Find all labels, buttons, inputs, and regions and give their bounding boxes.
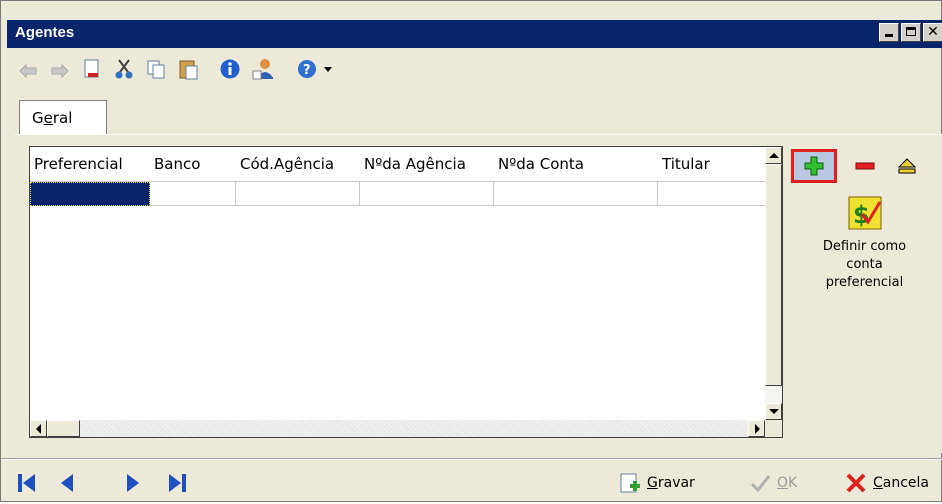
cancel-label-u: C xyxy=(873,475,883,491)
bottom-bar: Gravar OK Cancela xyxy=(1,459,942,504)
table-cell-preferencial[interactable] xyxy=(30,182,150,206)
column-header-numero-conta[interactable]: Nºda Conta xyxy=(494,147,658,181)
first-record-button[interactable] xyxy=(17,472,37,498)
table-cell-cod-agencia[interactable] xyxy=(236,182,360,206)
first-record-icon xyxy=(18,474,35,492)
new-document-icon[interactable] xyxy=(81,58,103,80)
add-row-button[interactable] xyxy=(791,149,837,183)
paste-icon[interactable] xyxy=(177,58,199,80)
plus-icon xyxy=(804,156,824,176)
cancel-x-icon xyxy=(846,473,866,493)
minus-icon xyxy=(855,162,875,170)
help-dropdown-icon[interactable]: ? xyxy=(297,58,335,80)
table-cell-numero-conta[interactable] xyxy=(494,182,658,206)
ok-button[interactable]: OK xyxy=(749,472,797,494)
last-record-icon xyxy=(169,474,186,492)
save-label-rest: ravar xyxy=(657,475,695,491)
ok-label-rest: K xyxy=(788,475,798,491)
previous-record-button[interactable] xyxy=(59,472,75,498)
undo-icon[interactable] xyxy=(17,58,39,80)
arrow-left-icon xyxy=(36,424,41,434)
tab-geral-label-u: e xyxy=(43,109,53,127)
set-preferred-account-label: Definir como conta preferencial xyxy=(822,239,907,290)
minimize-button[interactable] xyxy=(879,23,899,42)
svg-text:?: ? xyxy=(303,63,311,78)
side-actions-panel: $ Definir como conta preferencial xyxy=(785,146,942,438)
checkmark-icon xyxy=(750,475,771,493)
cut-icon[interactable] xyxy=(113,58,135,80)
cancel-button[interactable]: Cancela xyxy=(845,472,929,494)
arrow-down-icon xyxy=(769,409,779,414)
scroll-right-button[interactable] xyxy=(748,420,765,437)
next-record-icon xyxy=(127,474,139,492)
horizontal-scrollbar[interactable] xyxy=(30,420,765,437)
arrow-up-icon xyxy=(769,153,779,158)
money-check-icon: $ xyxy=(848,196,881,230)
table-cell-titular[interactable] xyxy=(658,182,765,206)
eject-button[interactable] xyxy=(895,156,919,176)
save-label-u: G xyxy=(647,475,658,491)
table-cell-banco[interactable] xyxy=(150,182,236,206)
copy-icon[interactable] xyxy=(145,58,167,80)
title-bar[interactable]: Agentes ✕ xyxy=(7,20,942,48)
cancel-label-rest: ancela xyxy=(882,475,930,491)
agentes-window: Agentes ✕ ? Geral Preferencial Banco Cód… xyxy=(0,0,942,502)
horizontal-scroll-thumb[interactable] xyxy=(47,420,80,437)
column-header-numero-agencia[interactable]: Nºda Agência xyxy=(360,147,494,181)
previous-record-icon xyxy=(61,474,73,492)
maximize-button[interactable] xyxy=(901,23,921,42)
grid-header: Preferencial Banco Cód.Agência Nºda Agên… xyxy=(30,147,765,182)
accounts-grid[interactable]: Preferencial Banco Cód.Agência Nºda Agên… xyxy=(29,146,783,438)
window-controls: ✕ xyxy=(879,23,942,42)
column-header-banco[interactable]: Banco xyxy=(150,147,236,181)
scroll-down-button[interactable] xyxy=(765,403,782,420)
user-icon[interactable] xyxy=(251,58,273,80)
vertical-scrollbar[interactable] xyxy=(765,147,782,420)
close-button[interactable]: ✕ xyxy=(923,23,942,42)
scroll-corner xyxy=(765,420,782,437)
window-title: Agentes xyxy=(15,24,75,41)
scroll-up-button[interactable] xyxy=(765,147,782,164)
scroll-left-button[interactable] xyxy=(30,420,47,437)
tab-geral-label-post: ral xyxy=(52,109,73,127)
tab-geral[interactable]: Geral xyxy=(19,100,107,134)
vertical-scroll-thumb[interactable] xyxy=(765,164,782,386)
column-header-preferencial[interactable]: Preferencial xyxy=(30,147,150,181)
arrow-right-icon xyxy=(755,424,760,434)
save-icon xyxy=(620,473,640,493)
next-record-button[interactable] xyxy=(125,472,141,498)
remove-row-button[interactable] xyxy=(853,158,877,174)
save-button[interactable]: Gravar xyxy=(619,472,695,494)
set-preferred-account-button[interactable]: $ Definir como conta preferencial xyxy=(807,196,922,292)
info-icon[interactable] xyxy=(219,58,241,80)
ok-label-u: O xyxy=(777,475,789,491)
toolbar: ? xyxy=(7,49,942,89)
eject-icon xyxy=(898,158,916,174)
last-record-button[interactable] xyxy=(167,472,187,498)
table-row[interactable] xyxy=(30,182,765,206)
table-cell-numero-agencia[interactable] xyxy=(360,182,494,206)
tab-geral-label-pre: G xyxy=(32,109,44,127)
redo-icon[interactable] xyxy=(49,58,71,80)
column-header-titular[interactable]: Titular xyxy=(658,147,765,181)
column-header-cod-agencia[interactable]: Cód.Agência xyxy=(236,147,360,181)
